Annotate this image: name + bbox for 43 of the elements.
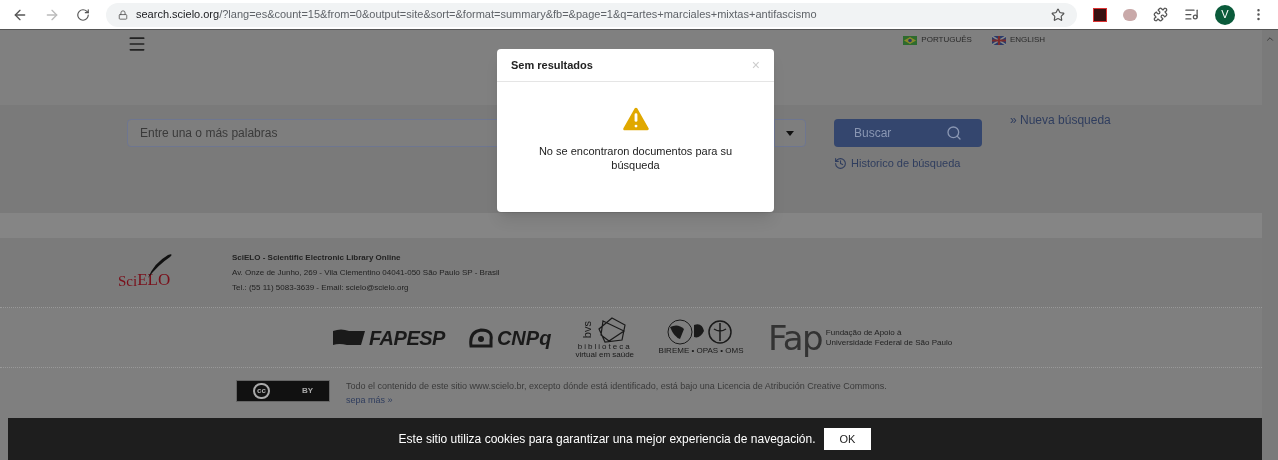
star-polygon-icon [597, 316, 628, 343]
fapesp-logo: FAPESP [369, 325, 445, 351]
footer-text: Tel.: (55 11) 5083-3639 - Email: scielo@scielo.org [232, 281, 410, 294]
reload-icon[interactable] [76, 7, 90, 22]
address-bar[interactable]: search.scielo.org/?lang=es&count=15&from=0&output=site&sort=&format=summary&fb=&page=1&q=artes+marciales+mixtas+antifascismo [106, 2, 1077, 27]
search-icon [946, 125, 962, 141]
language-link[interactable]: ENGLISH [991, 34, 1045, 46]
menu-icon[interactable] [127, 34, 147, 54]
footer-text: SciELO - Scientific Electronic Library Online [232, 251, 402, 264]
lock-icon [118, 9, 128, 20]
history-link[interactable]: Historico de búsqueda [834, 155, 982, 172]
pdf-extension-icon[interactable] [1093, 7, 1107, 22]
ok-button[interactable]: OK [823, 427, 872, 451]
profile-avatar[interactable]: V [1215, 4, 1235, 25]
dropdown-button[interactable] [774, 119, 806, 147]
cnpq-logo: CNPq [496, 325, 552, 351]
bookmark-star-icon[interactable] [1051, 7, 1065, 22]
flag-icon [991, 35, 1006, 45]
cookie-message: Este sitio utiliza cookies para garantizar una mejor experiencia de navegación. [398, 431, 816, 448]
more-link[interactable]: sepa más » [346, 393, 887, 407]
flag-icon [903, 35, 918, 45]
creative-commons-badge: cc BY [236, 380, 330, 402]
logo-caption: biblioteca [577, 342, 632, 351]
bvs-logo: bvs [582, 320, 594, 339]
logo-caption: BIREME • OPAS • OMS [658, 344, 744, 357]
logo-subcaption: virtual em saúde [575, 350, 635, 359]
extensions-icon[interactable] [1153, 7, 1168, 22]
license-text: Todo el contenido de este sitio www.scielo.br, excepto dónde está identificado, está bajo una Licencia de Atribución Creative Commons. [346, 380, 887, 393]
url-text: search.scielo.org/?lang=es&count=15&from=0&output=site&sort=&format=summary&fb=&page=1&q=artes+marciales+mixtas+antifascismo [136, 7, 817, 23]
scielo-logo: SciELO [118, 252, 184, 293]
footer-text: Av. Onze de Junho, 269 - Vila Clementino 04041-050 São Paulo SP - Brasil [232, 266, 500, 279]
logo-caption: Fundação de Apoio à [825, 327, 903, 338]
new-search-link[interactable]: » Nueva búsqueda [1010, 111, 1111, 129]
flag-logo-icon [333, 328, 365, 347]
modal-message: No se encontraron documentos para su búsqueda [537, 144, 734, 172]
clock-icon [834, 156, 847, 170]
media-icon[interactable] [1184, 7, 1199, 22]
search-button[interactable]: Buscar [834, 119, 982, 147]
modal-title: Sem resultados [511, 57, 593, 73]
language-link[interactable]: PORTUGUÊS [903, 34, 972, 46]
scrollbar[interactable] [1262, 30, 1278, 460]
logo-subcaption: Universidade Federal de São Paulo [825, 337, 953, 348]
fap-logo: Fap [768, 320, 822, 355]
